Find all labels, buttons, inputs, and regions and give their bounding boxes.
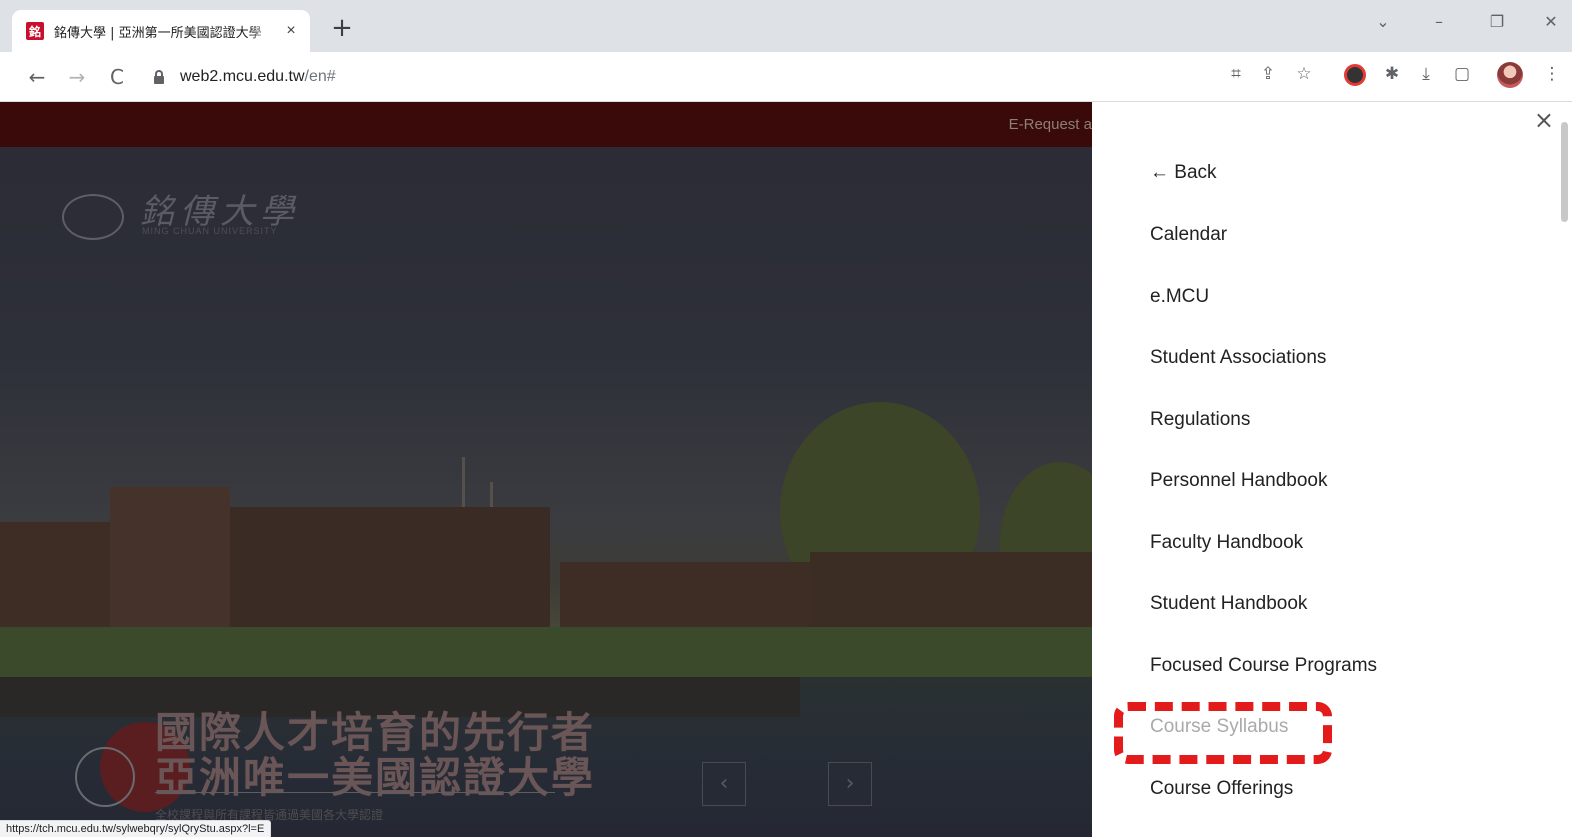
url-text: web2.mcu.edu.tw/en# [180,68,336,86]
building [110,487,230,627]
course-syllabus-highlight [1114,702,1332,764]
carousel-prev-button[interactable]: ‹ [702,762,746,806]
building [0,522,110,627]
close-icon[interactable]: × [1534,108,1554,132]
side-menu: × ← Back Calendar e.MCU Student Associat… [1092,102,1572,837]
e-request-link[interactable]: E-Request a [1009,116,1092,133]
menu-item-calendar[interactable]: Calendar [1150,224,1227,246]
download-icon[interactable]: ⤓ [1414,62,1438,86]
restore-button[interactable]: ❐ [1482,12,1512,31]
building [230,507,550,627]
menu-item-student-handbook[interactable]: Student Handbook [1150,593,1307,615]
menu-item-focused-course-programs[interactable]: Focused Course Programs [1150,655,1377,677]
decorative-ring [75,747,135,807]
menu-item-regulations[interactable]: Regulations [1150,409,1250,431]
scrollbar[interactable] [1561,122,1568,222]
star-icon[interactable]: ☆ [1292,62,1316,86]
menu-item-personnel-handbook[interactable]: Personnel Handbook [1150,470,1327,492]
url-host: web2.mcu.edu.tw [180,68,305,85]
menu-back-link[interactable]: ← Back [1150,162,1217,184]
minimize-button[interactable]: – [1424,12,1454,31]
share-icon[interactable]: ⇪ [1256,62,1280,86]
close-window-button[interactable]: ✕ [1536,12,1566,31]
menu-item-emcu[interactable]: e.MCU [1150,286,1209,308]
hero-topbar: E-Request a [0,102,1092,147]
browser-toolbar: ← → C web2.mcu.edu.tw/en# [0,52,1572,102]
url-path: /en# [304,68,336,85]
slogan-line-2: 亞洲唯一美國認證大學 [155,753,596,802]
back-button[interactable]: ← [22,62,52,92]
new-tab-button[interactable]: + [328,14,356,42]
extension-icon[interactable] [1344,64,1366,86]
translate-icon[interactable]: ⌗ [1224,62,1248,86]
web-page: E-Request a 銘傳大學 MING CHUAN UNIVERSITY 國… [0,102,1572,837]
avatar[interactable] [1497,62,1523,88]
favicon-icon: 銘 [26,22,44,40]
lawn [0,627,1092,677]
logo-english: MING CHUAN UNIVERSITY [142,226,278,236]
tab-strip: 銘 銘傳大學 | 亞洲第一所美國認證大學 × + ⌄ – ❐ ✕ [0,0,1572,52]
slogan-divider [155,792,555,793]
reload-button[interactable]: C [102,62,132,92]
browser-tab[interactable]: 銘 銘傳大學 | 亞洲第一所美國認證大學 × [12,10,310,52]
menu-item-student-associations[interactable]: Student Associations [1150,347,1326,369]
building [560,562,810,627]
lock-icon[interactable] [152,70,166,84]
carousel-next-button[interactable]: › [828,762,872,806]
address-bar[interactable]: web2.mcu.edu.tw/en# [140,60,1320,94]
tab-close-icon[interactable]: × [282,22,300,40]
tab-title: 銘傳大學 | 亞洲第一所美國認證大學 [54,25,262,41]
tab-search-icon[interactable]: ⌄ [1368,12,1398,31]
menu-item-faculty-handbook[interactable]: Faculty Handbook [1150,532,1303,554]
menu-item-course-offerings[interactable]: Course Offerings [1150,778,1293,800]
status-bar-url: https://tch.mcu.edu.tw/sylwebqry/sylQryS… [0,820,272,837]
forward-button[interactable]: → [62,62,92,92]
puzzle-icon[interactable]: ✱ [1380,62,1404,86]
university-emblem-icon[interactable] [62,194,124,240]
sidepanel-icon[interactable]: ▢ [1450,62,1474,86]
building [810,552,1092,627]
kebab-menu-icon[interactable]: ⋮ [1540,62,1564,86]
hero-banner: E-Request a 銘傳大學 MING CHUAN UNIVERSITY 國… [0,102,1092,837]
